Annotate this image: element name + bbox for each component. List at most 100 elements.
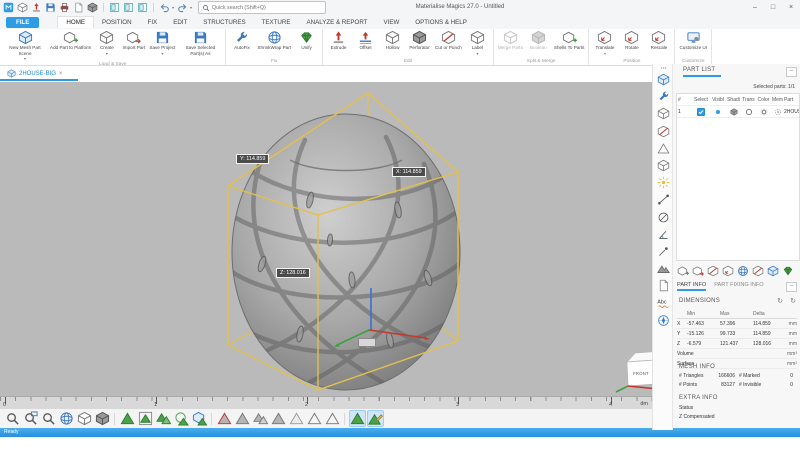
- minimize-button[interactable]: –: [746, 0, 764, 15]
- tab-part-info[interactable]: PART INFO: [677, 282, 706, 291]
- mark-window-icon[interactable]: [137, 410, 154, 427]
- unmark-all-icon[interactable]: [306, 410, 323, 427]
- visible-icon[interactable]: [714, 108, 722, 116]
- col-transparency[interactable]: Trans: [741, 97, 756, 103]
- scene-view-icon[interactable]: [109, 2, 120, 13]
- zoom-window-icon[interactable]: [22, 410, 39, 427]
- cube-copy-icon[interactable]: [692, 265, 704, 277]
- menu-file[interactable]: FILE: [6, 17, 39, 28]
- col-visible[interactable]: Visibl: [710, 97, 726, 103]
- part-list-row[interactable]: 1 2HOUSE-BIG: [677, 106, 799, 118]
- fix-tools-icon[interactable]: [657, 90, 670, 103]
- unmark-plane-icon[interactable]: [252, 410, 269, 427]
- unmark-surface-icon[interactable]: [270, 410, 287, 427]
- marked-triangles-icon[interactable]: [657, 125, 670, 138]
- machine-icon[interactable]: [87, 2, 98, 13]
- view-cube-icon[interactable]: [76, 410, 93, 427]
- cube-select-icon[interactable]: [767, 265, 779, 277]
- import-part-icon[interactable]: [31, 2, 42, 13]
- mark-shell-icon[interactable]: [191, 410, 208, 427]
- new-scene-icon[interactable]: [17, 2, 28, 13]
- mark-triangle-icon[interactable]: [119, 410, 136, 427]
- menu-tab-analyze-report[interactable]: ANALYZE & REPORT: [298, 17, 375, 28]
- part-list-collapse-button[interactable]: –: [786, 67, 797, 77]
- col-shading[interactable]: Shadi: [726, 97, 741, 103]
- shading-icon[interactable]: [730, 108, 738, 116]
- recalculate-icon[interactable]: ↻: [790, 297, 796, 305]
- undo-dropdown-icon[interactable]: ▾: [172, 5, 174, 10]
- save-project-button[interactable]: Save Project▾: [147, 29, 177, 57]
- maximize-button[interactable]: □: [764, 0, 782, 15]
- col-index[interactable]: #: [677, 97, 685, 103]
- save-selected-parts-as-button[interactable]: Save Selected Part(s) As: [177, 29, 223, 57]
- perforator-button[interactable]: Perforator: [406, 29, 433, 52]
- triangle-info-icon[interactable]: [657, 142, 670, 155]
- create-button[interactable]: Create▾: [93, 29, 120, 57]
- menu-tab-home[interactable]: HOME: [57, 16, 94, 28]
- shells-to-parts-button[interactable]: Shells To Parts: [552, 29, 587, 52]
- cube-globe-icon[interactable]: [737, 265, 749, 277]
- menu-tab-view[interactable]: VIEW: [375, 17, 407, 28]
- translate-button[interactable]: Translate▾: [591, 29, 618, 57]
- select-checkbox[interactable]: [697, 108, 705, 116]
- measure-angle-icon[interactable]: [657, 228, 670, 241]
- rotate-button[interactable]: Rotate: [618, 29, 645, 52]
- quick-search[interactable]: [198, 1, 326, 14]
- part-pages-icon[interactable]: [657, 107, 670, 120]
- report-icon[interactable]: [73, 2, 84, 13]
- unify-button[interactable]: Unify: [293, 29, 320, 52]
- transparency-icon[interactable]: [745, 108, 753, 116]
- extrude-button[interactable]: Extrude: [325, 29, 352, 52]
- marking-pen-icon[interactable]: [367, 410, 384, 427]
- undo-icon[interactable]: [159, 2, 170, 13]
- marking-brush-icon[interactable]: [349, 410, 366, 427]
- color-icon[interactable]: [760, 108, 768, 116]
- unmark-window-icon[interactable]: [234, 410, 251, 427]
- menu-tab-edit[interactable]: EDIT: [165, 17, 195, 28]
- cube-add-icon[interactable]: [677, 265, 689, 277]
- menu-tab-position[interactable]: POSITION: [94, 17, 140, 28]
- measure-point-icon[interactable]: [657, 245, 670, 258]
- measure-distance-icon[interactable]: [657, 193, 670, 206]
- scene-info-icon[interactable]: [657, 159, 670, 172]
- autofix-button[interactable]: AutoFix: [228, 29, 255, 52]
- unmark-shell-icon[interactable]: [288, 410, 305, 427]
- cubes-group-icon[interactable]: [722, 265, 734, 277]
- shrinkwrap-part-button[interactable]: ShrinkWrap Part: [255, 29, 293, 52]
- col-select[interactable]: Select: [692, 97, 710, 103]
- part-view-icon[interactable]: [137, 2, 148, 13]
- save-icon[interactable]: [45, 2, 56, 13]
- cube-paste-icon[interactable]: [707, 265, 719, 277]
- label-button[interactable]: Label▾: [464, 29, 491, 57]
- print-icon[interactable]: [59, 2, 70, 13]
- tab-part-fixing-info[interactable]: PART FIXING INFO: [714, 282, 763, 291]
- rescale-button[interactable]: Rescale: [645, 29, 672, 52]
- menu-tab-structures[interactable]: STRUCTURES: [195, 17, 253, 28]
- mark-surface-icon[interactable]: [173, 410, 190, 427]
- tab-close-icon[interactable]: ×: [59, 71, 63, 77]
- menu-tab-texture[interactable]: TEXTURE: [254, 17, 299, 28]
- col-color[interactable]: Color: [756, 97, 771, 103]
- info-collapse-button[interactable]: –: [786, 282, 797, 292]
- new-mesh-part-scene-button[interactable]: New Mesh Part Scene▾: [2, 29, 48, 62]
- wedge-icon[interactable]: [782, 265, 794, 277]
- viewport-3d[interactable]: FRONT x Y: 114.859 X: 114.859 Z: 128.016: [0, 82, 652, 396]
- zoom-selection-icon[interactable]: [40, 410, 57, 427]
- light-settings-icon[interactable]: [657, 176, 670, 189]
- unmark-triangle-icon[interactable]: [216, 410, 233, 427]
- redo-icon[interactable]: [177, 2, 188, 13]
- col-part[interactable]: Part: [784, 97, 799, 103]
- import-part-button[interactable]: Import Part: [120, 29, 147, 52]
- orientation-icon[interactable]: [657, 314, 670, 327]
- cube-remove-icon[interactable]: [752, 265, 764, 277]
- part-list-page-icon[interactable]: [657, 73, 670, 86]
- col-memory[interactable]: Mem: [771, 97, 784, 103]
- mark-plane-icon[interactable]: [155, 410, 172, 427]
- refresh-icon[interactable]: ↻: [777, 297, 783, 305]
- add-part-to-platform-button[interactable]: Add Part to Platform: [48, 29, 93, 52]
- customize-ui-button[interactable]: Customize UI: [677, 29, 709, 52]
- redo-dropdown-icon[interactable]: ▾: [190, 5, 192, 10]
- surface-info-icon[interactable]: [657, 262, 670, 275]
- shaded-view-icon[interactable]: [94, 410, 111, 427]
- report-page-icon[interactable]: [657, 279, 670, 292]
